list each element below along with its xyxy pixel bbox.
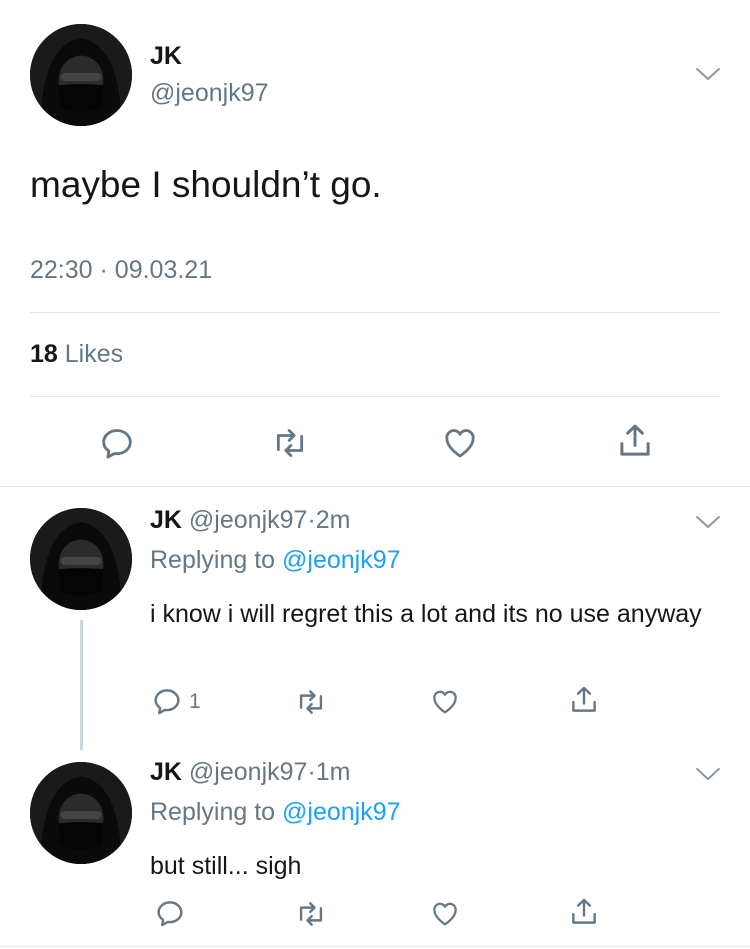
reply-author-handle[interactable]: @jeonjk97 — [189, 506, 308, 534]
thread-line — [80, 620, 83, 750]
main-author-avatar[interactable] — [30, 24, 132, 126]
chevron-down-icon[interactable] — [694, 764, 722, 784]
retweet-icon[interactable] — [270, 423, 310, 463]
reply-header: JK @jeonjk97·2m — [150, 506, 351, 535]
divider — [0, 486, 750, 487]
likes-count: 18 — [30, 340, 58, 368]
divider — [0, 946, 750, 947]
share-icon[interactable] — [567, 895, 601, 929]
like-icon[interactable] — [439, 421, 481, 463]
like-icon[interactable] — [428, 684, 462, 718]
reply-icon[interactable] — [97, 423, 137, 463]
reply-age: 2m — [315, 506, 351, 534]
replying-to: Replying to @jeonjk97 — [150, 798, 401, 827]
replying-to: Replying to @jeonjk97 — [150, 546, 401, 575]
likes-label: Likes — [64, 340, 124, 368]
reply-author-handle[interactable]: @jeonjk97 — [189, 758, 308, 786]
reply-author-avatar[interactable] — [30, 508, 132, 610]
share-icon[interactable] — [614, 420, 656, 462]
replying-to-label: Replying to — [150, 798, 276, 826]
retweet-icon[interactable] — [294, 685, 328, 719]
tweet-time: 22:30 — [30, 256, 93, 284]
timestamp-separator: · — [99, 256, 108, 284]
reply-age: 1m — [315, 758, 351, 786]
reply-header: JK @jeonjk97·1m — [150, 758, 351, 787]
like-icon[interactable] — [428, 896, 462, 930]
divider — [30, 312, 720, 313]
likes-stat[interactable]: 18 Likes — [30, 340, 123, 369]
main-tweet-text: maybe I shouldn’t go. — [30, 164, 382, 205]
reply-author-name[interactable]: JK — [150, 758, 182, 786]
reply-text: i know i will regret this a lot and its … — [150, 600, 702, 628]
reply-author-avatar[interactable] — [30, 762, 132, 864]
reply-icon[interactable] — [150, 684, 184, 718]
replying-to-label: Replying to — [150, 546, 276, 574]
header-separator: · — [307, 506, 316, 534]
reply-icon[interactable] — [153, 896, 187, 930]
reply-count: 1 — [189, 690, 201, 713]
reply-author-name[interactable]: JK — [150, 506, 182, 534]
divider — [30, 396, 720, 397]
main-author-name[interactable]: JK — [150, 42, 182, 71]
header-separator: · — [307, 758, 316, 786]
replying-to-handle-link[interactable]: @jeonjk97 — [282, 798, 401, 826]
main-tweet-timestamp: 22:30 · 09.03.21 — [30, 256, 212, 285]
tweet-date: 09.03.21 — [114, 256, 213, 284]
reply-text: but still... sigh — [150, 852, 302, 880]
share-icon[interactable] — [567, 683, 601, 717]
main-author-handle[interactable]: @jeonjk97 — [150, 79, 269, 108]
retweet-icon[interactable] — [294, 897, 328, 931]
replying-to-handle-link[interactable]: @jeonjk97 — [282, 546, 401, 574]
chevron-down-icon[interactable] — [694, 512, 722, 532]
chevron-down-icon[interactable] — [694, 64, 722, 84]
